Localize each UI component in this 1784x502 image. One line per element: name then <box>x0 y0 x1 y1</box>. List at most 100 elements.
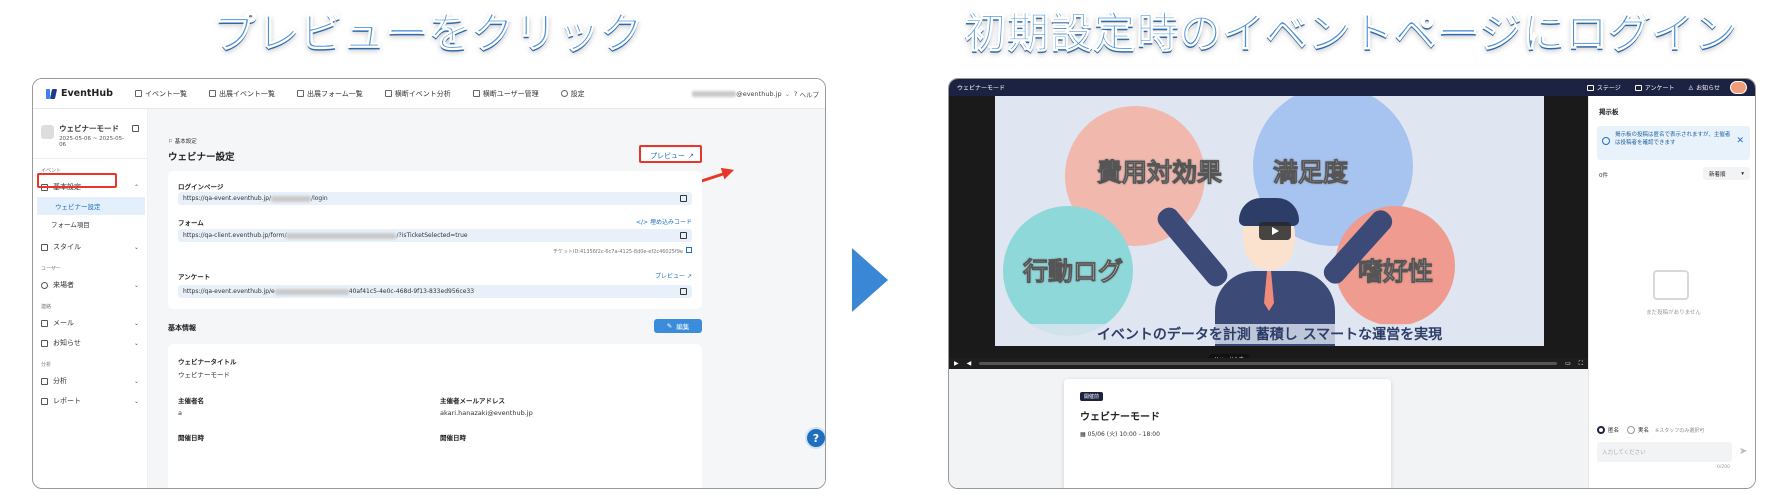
pencil-icon: ✎ <box>666 322 673 330</box>
nav-survey[interactable]: アンケート <box>1634 83 1675 92</box>
board-info-text: 掲示板の投稿は匿名で表示されますが、主催者は投稿者を確認できます <box>1615 132 1731 146</box>
chevron-down-icon: ⌄ <box>784 89 791 98</box>
chart-icon <box>384 90 392 97</box>
chevron-down-icon: ⌄ <box>133 319 139 327</box>
play-icon[interactable]: ▶ <box>954 360 959 367</box>
nav-event-list[interactable]: イベント一覧 <box>135 89 187 99</box>
sort-select[interactable]: 新着順 ▾ <box>1703 167 1750 180</box>
sidebar-item-mail[interactable]: メール ⌄ <box>33 313 147 333</box>
board-info-banner: 掲示板の投稿は匿名で表示されますが、主催者は投稿者を確認できます ✕ <box>1597 126 1750 160</box>
staff-note: ※スタッフのみ選択可 <box>1655 427 1705 434</box>
copy-icon[interactable] <box>680 288 687 295</box>
sidebar-item-report[interactable]: レポート ⌄ <box>33 391 147 411</box>
main-content: ⚐ 基本設定 ウェビナー設定 プレビュー ↗ ログインページ https://qa… <box>148 109 825 488</box>
embed-code-link[interactable]: </> 埋め込みコード <box>636 217 692 226</box>
external-link-icon[interactable] <box>132 125 139 132</box>
sidebar-label: 分析 <box>53 377 67 385</box>
post-input[interactable]: 入力してください <box>1597 442 1732 462</box>
nav-exhibit-forms[interactable]: 出展フォーム一覧 <box>297 89 363 99</box>
bubble-label: 費用対効果 <box>1097 158 1223 188</box>
survey-preview-link[interactable]: プレビュー ↗ <box>655 271 692 280</box>
external-link-icon: ↗ <box>686 273 692 280</box>
login-url-field[interactable]: https://qa-event.eventhub.jp/ /login <box>178 192 692 205</box>
form-label: フォーム <box>178 219 204 227</box>
section-label-comm: 連絡 <box>41 304 52 310</box>
form-icon <box>297 90 304 97</box>
sidebar-item-webinar-settings[interactable]: ウェビナー設定 <box>37 197 145 215</box>
eventhub-logo-icon <box>45 88 57 100</box>
radio-real-name[interactable] <box>1627 426 1636 434</box>
nav-notice[interactable]: ◬ お知らせ <box>1688 83 1720 92</box>
help-icon[interactable]: ? <box>794 90 797 98</box>
pip-icon[interactable]: ▭ <box>1565 360 1571 367</box>
event-card-date: ▦ 05/06 (火) 10:00 - 18:00 <box>1080 429 1160 438</box>
sidebar-item-style[interactable]: スタイル ⌄ <box>33 237 147 257</box>
form-url-field[interactable]: https://qa-client.eventhub.jp/form/ /?isT… <box>178 229 692 242</box>
empty-chat-icon <box>1653 270 1689 300</box>
sort-label: 新着順 <box>1709 171 1726 178</box>
sidebar-label: お知らせ <box>53 339 81 347</box>
send-icon[interactable]: ➤ <box>1739 446 1747 457</box>
video-progress-bar[interactable] <box>979 362 1558 365</box>
event-header: ウェビナーモード 2025-05-06 ~ 2025-05-06 <box>33 109 147 159</box>
sidebar-label: ウェビナー設定 <box>55 203 101 211</box>
breadcrumb-label[interactable]: 基本設定 <box>175 139 197 145</box>
event-thumbnail <box>41 125 55 139</box>
nav-label: お知らせ <box>1696 85 1720 92</box>
embed-code-label: 埋め込みコード <box>649 219 692 226</box>
nav-exhibit-events[interactable]: 出展イベント一覧 <box>209 89 275 99</box>
step-arrow-icon <box>852 248 888 312</box>
nav-label: 出展フォーム一覧 <box>307 89 363 98</box>
radio-label: 実名 <box>1638 428 1650 434</box>
redacted-text <box>271 195 312 202</box>
fullscreen-icon[interactable]: ⛶ <box>1579 360 1583 368</box>
urls-card: ログインページ https://qa-event.eventhub.jp/ /lo… <box>168 171 702 309</box>
nav-label: アンケート <box>1644 85 1675 92</box>
date-label: 開催日時 <box>178 434 204 442</box>
volume-icon[interactable]: ◀ <box>967 360 972 367</box>
list-icon <box>209 90 216 97</box>
radio-anonymous[interactable] <box>1597 426 1605 434</box>
event-title: ウェビナーモード <box>59 124 120 133</box>
video-frame: 費用対効果 満足度 行動ログ 嗜好性 イベントのデータを計測 蓄積し スマートな… <box>995 96 1544 346</box>
chart-icon <box>41 377 48 385</box>
user-menu[interactable]: @eventhub.jp ⌄ ? ヘルプ <box>692 89 825 99</box>
nav-label: 横断イベント分析 <box>394 89 451 98</box>
copy-icon[interactable] <box>680 232 687 239</box>
users-icon <box>472 90 480 97</box>
login-page-label: ログインページ <box>178 183 224 191</box>
sidebar-item-visitors[interactable]: 来場者 ⌄ <box>33 275 147 295</box>
post-count: 0件 <box>1599 173 1608 179</box>
sidebar-item-form-items[interactable]: フォーム項目 <box>33 215 147 233</box>
survey-url-prefix: https://qa-event.eventhub.jp/e <box>183 288 275 295</box>
chevron-up-icon: ⌃ <box>133 183 139 191</box>
bubble-label: 満足度 <box>1273 158 1349 188</box>
help-fab[interactable]: ? <box>805 427 825 449</box>
close-icon[interactable]: ✕ <box>1736 135 1744 148</box>
copy-icon[interactable] <box>680 195 687 202</box>
organizer-value: a <box>178 409 182 417</box>
nav-cross-users[interactable]: 横断ユーザー管理 <box>472 89 539 99</box>
event-page-screenshot: ウェビナーモード ステージ アンケート ◬ お知らせ 費用対効果 満足度 行動ログ… <box>948 78 1756 489</box>
play-icon[interactable] <box>1259 222 1291 240</box>
avatar[interactable] <box>1730 81 1747 94</box>
app-logo[interactable]: EventHub <box>45 88 135 100</box>
sidebar-label: メール <box>53 319 74 327</box>
event-card-title: ウェビナーモード <box>1080 412 1160 423</box>
organizer-email-value: akari.hanazaki@eventhub.jp <box>440 409 533 417</box>
nav-settings[interactable]: 設定 <box>560 89 585 99</box>
help-link[interactable]: ヘルプ <box>800 89 820 99</box>
edit-button[interactable]: ✎ 編集 <box>654 319 702 333</box>
event-date-text: 05/06 (火) 10:00 - 18:00 <box>1087 431 1160 438</box>
nav-cross-analysis[interactable]: 横断イベント分析 <box>384 89 451 99</box>
sidebar-item-notice[interactable]: お知らせ ⌄ <box>33 333 147 353</box>
copy-icon[interactable] <box>686 247 692 253</box>
video-icon <box>1586 84 1594 91</box>
video-player[interactable]: 費用対効果 満足度 行動ログ 嗜好性 イベントのデータを計測 蓄積し スマートな… <box>949 96 1588 369</box>
nav-stage[interactable]: ステージ <box>1586 83 1621 92</box>
sidebar-item-analysis[interactable]: 分析 ⌄ <box>33 371 147 391</box>
webinar-title-value: ウェビナーモード <box>178 371 230 379</box>
survey-url-field[interactable]: https://qa-event.eventhub.jp/e 40af41c5-4… <box>178 285 692 298</box>
heading-left: プレビューをクリック <box>213 7 644 57</box>
mail-icon <box>41 319 48 327</box>
